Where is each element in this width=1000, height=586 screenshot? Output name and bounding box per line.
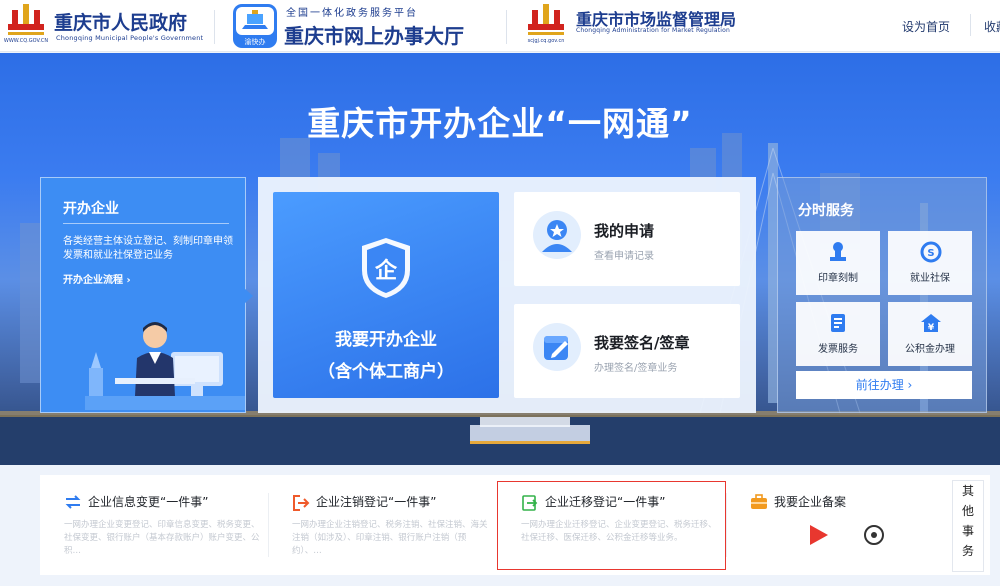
gov-brand[interactable]: WWW.CQ.GOV.CN 重庆市人民政府 Chongqing Municipa… xyxy=(0,0,205,52)
gov-title: 重庆市人民政府 xyxy=(54,12,188,34)
open-business-panel: 开办企业 各类经营主体设立登记、刻制印章申领发票和就业社保登记业务 开办企业流程… xyxy=(40,177,246,413)
housing-fund-label: 公积金办理 xyxy=(905,344,955,355)
my-applications-subtitle: 查看申请记录 xyxy=(594,251,654,262)
market-subtitle: Chongqing Administration for Market Regu… xyxy=(576,27,731,34)
side-tab-char: 他 xyxy=(961,504,974,518)
open-business-process-link[interactable]: 开办企业流程 › xyxy=(63,271,131,286)
svg-text:¥: ¥ xyxy=(928,323,935,333)
sign-seal-subtitle: 办理签名/签章业务 xyxy=(594,363,678,374)
hero-title: 重庆市开办企业“一网通” xyxy=(307,104,693,143)
social-security-icon: S xyxy=(920,241,942,263)
logout-icon xyxy=(293,495,310,511)
deregistration-title: 企业注销登记“一件事” xyxy=(316,495,437,509)
seal-service-tile[interactable]: 印章刻制 xyxy=(796,231,880,295)
invoice-icon xyxy=(831,314,845,332)
social-security-tile[interactable]: S 就业社保 xyxy=(888,231,972,295)
market-url: scjgj.cq.gov.cn xyxy=(527,38,565,44)
hall-brand[interactable]: 渝快办 全国一体化政务服务平台 重庆市网上办事大厅 xyxy=(232,0,492,52)
go-handle-button[interactable]: 前往办理 › xyxy=(796,371,972,399)
deregistration-desc: 一网办理企业注销登记、税务注销、社保注销、海关注销（如涉及）、印章注销、银行账户… xyxy=(292,520,488,556)
floating-media-controls[interactable] xyxy=(806,523,926,547)
svg-text:企: 企 xyxy=(374,258,398,284)
swap-arrows-icon xyxy=(65,495,81,509)
panel-pointer xyxy=(244,288,253,304)
selection-highlight-box xyxy=(497,481,726,570)
header-divider xyxy=(506,10,507,44)
hall-tagline: 全国一体化政务服务平台 xyxy=(286,8,418,19)
panel-divider xyxy=(63,223,229,224)
deregistration-item[interactable]: 企业注销登记“一件事” 一网办理企业注销登记、税务注销、社保注销、海关注销（如涉… xyxy=(268,475,496,575)
yukuaiban-logo-icon: 渝快办 xyxy=(233,4,277,48)
open-business-title: 开办企业 xyxy=(63,201,119,217)
market-emblem-icon xyxy=(528,4,564,35)
info-change-desc: 一网办理企业变更登记、印章信息变更、税务变更、社保变更、银行账户（基本存款账户）… xyxy=(64,520,260,556)
user-star-icon xyxy=(533,211,581,259)
header-divider xyxy=(970,14,971,36)
seal-icon xyxy=(830,242,846,261)
info-change-item[interactable]: 企业信息变更“一件事” 一网办理企业变更登记、印章信息变更、税务变更、社保变更、… xyxy=(40,475,268,575)
svg-text:S: S xyxy=(927,248,934,259)
gov-emblem-icon xyxy=(8,4,44,35)
office-worker-illustration xyxy=(85,322,245,410)
gov-url: WWW.CQ.GOV.CN xyxy=(3,38,49,44)
sign-seal-title: 我要签名/签章 xyxy=(594,334,690,352)
top-header: WWW.CQ.GOV.CN 重庆市人民政府 Chongqing Municipa… xyxy=(0,0,1000,52)
enterprise-filing-title: 我要企业备案 xyxy=(774,495,847,509)
my-applications-card[interactable]: 我的申请 查看申请记录 xyxy=(514,192,740,286)
open-business-description: 各类经营主体设立登记、刻制印章申领发票和就业社保登记业务 xyxy=(63,236,233,261)
market-brand[interactable]: scjgj.cq.gov.cn 重庆市市场监督管理局 Chongqing Adm… xyxy=(520,0,780,52)
gov-subtitle: Chongqing Municipal People's Government xyxy=(56,34,204,42)
pen-sign-icon xyxy=(533,323,581,371)
info-change-title: 企业信息变更“一件事” xyxy=(88,495,209,509)
yukuaiban-badge-text: 渝快办 xyxy=(245,37,266,46)
hall-title: 重庆市网上办事大厅 xyxy=(284,24,464,48)
my-applications-title: 我的申请 xyxy=(594,222,655,240)
header-divider xyxy=(214,10,215,44)
side-tab-char: 务 xyxy=(961,544,974,558)
seal-service-label: 印章刻制 xyxy=(818,273,858,284)
side-tab-char: 事 xyxy=(961,524,974,538)
start-business-card[interactable]: 企 我要开办企业 （含个体工商户） xyxy=(273,192,499,398)
briefcase-icon xyxy=(751,494,767,509)
other-affairs-tab[interactable]: 其 他 事 务 xyxy=(952,480,984,572)
housing-fund-tile[interactable]: ¥ 公积金办理 xyxy=(888,302,972,366)
side-tab-char: 其 xyxy=(961,484,974,498)
housing-fund-icon: ¥ xyxy=(921,314,941,333)
invoice-service-label: 发票服务 xyxy=(818,344,858,355)
time-services-title: 分时服务 xyxy=(798,203,854,219)
start-business-label: 我要开办企业 xyxy=(335,330,437,350)
set-homepage-link[interactable]: 设为首页 xyxy=(902,18,950,35)
invoice-service-tile[interactable]: 发票服务 xyxy=(796,302,880,366)
enterprise-shield-icon: 企 xyxy=(362,238,410,298)
start-business-sublabel: （含个体工商户） xyxy=(318,362,454,382)
play-icon xyxy=(810,525,828,545)
sign-seal-card[interactable]: 我要签名/签章 办理签名/签章业务 xyxy=(514,304,740,398)
social-security-label: 就业社保 xyxy=(910,273,950,284)
favorite-link[interactable]: 收藏 xyxy=(984,18,1000,35)
